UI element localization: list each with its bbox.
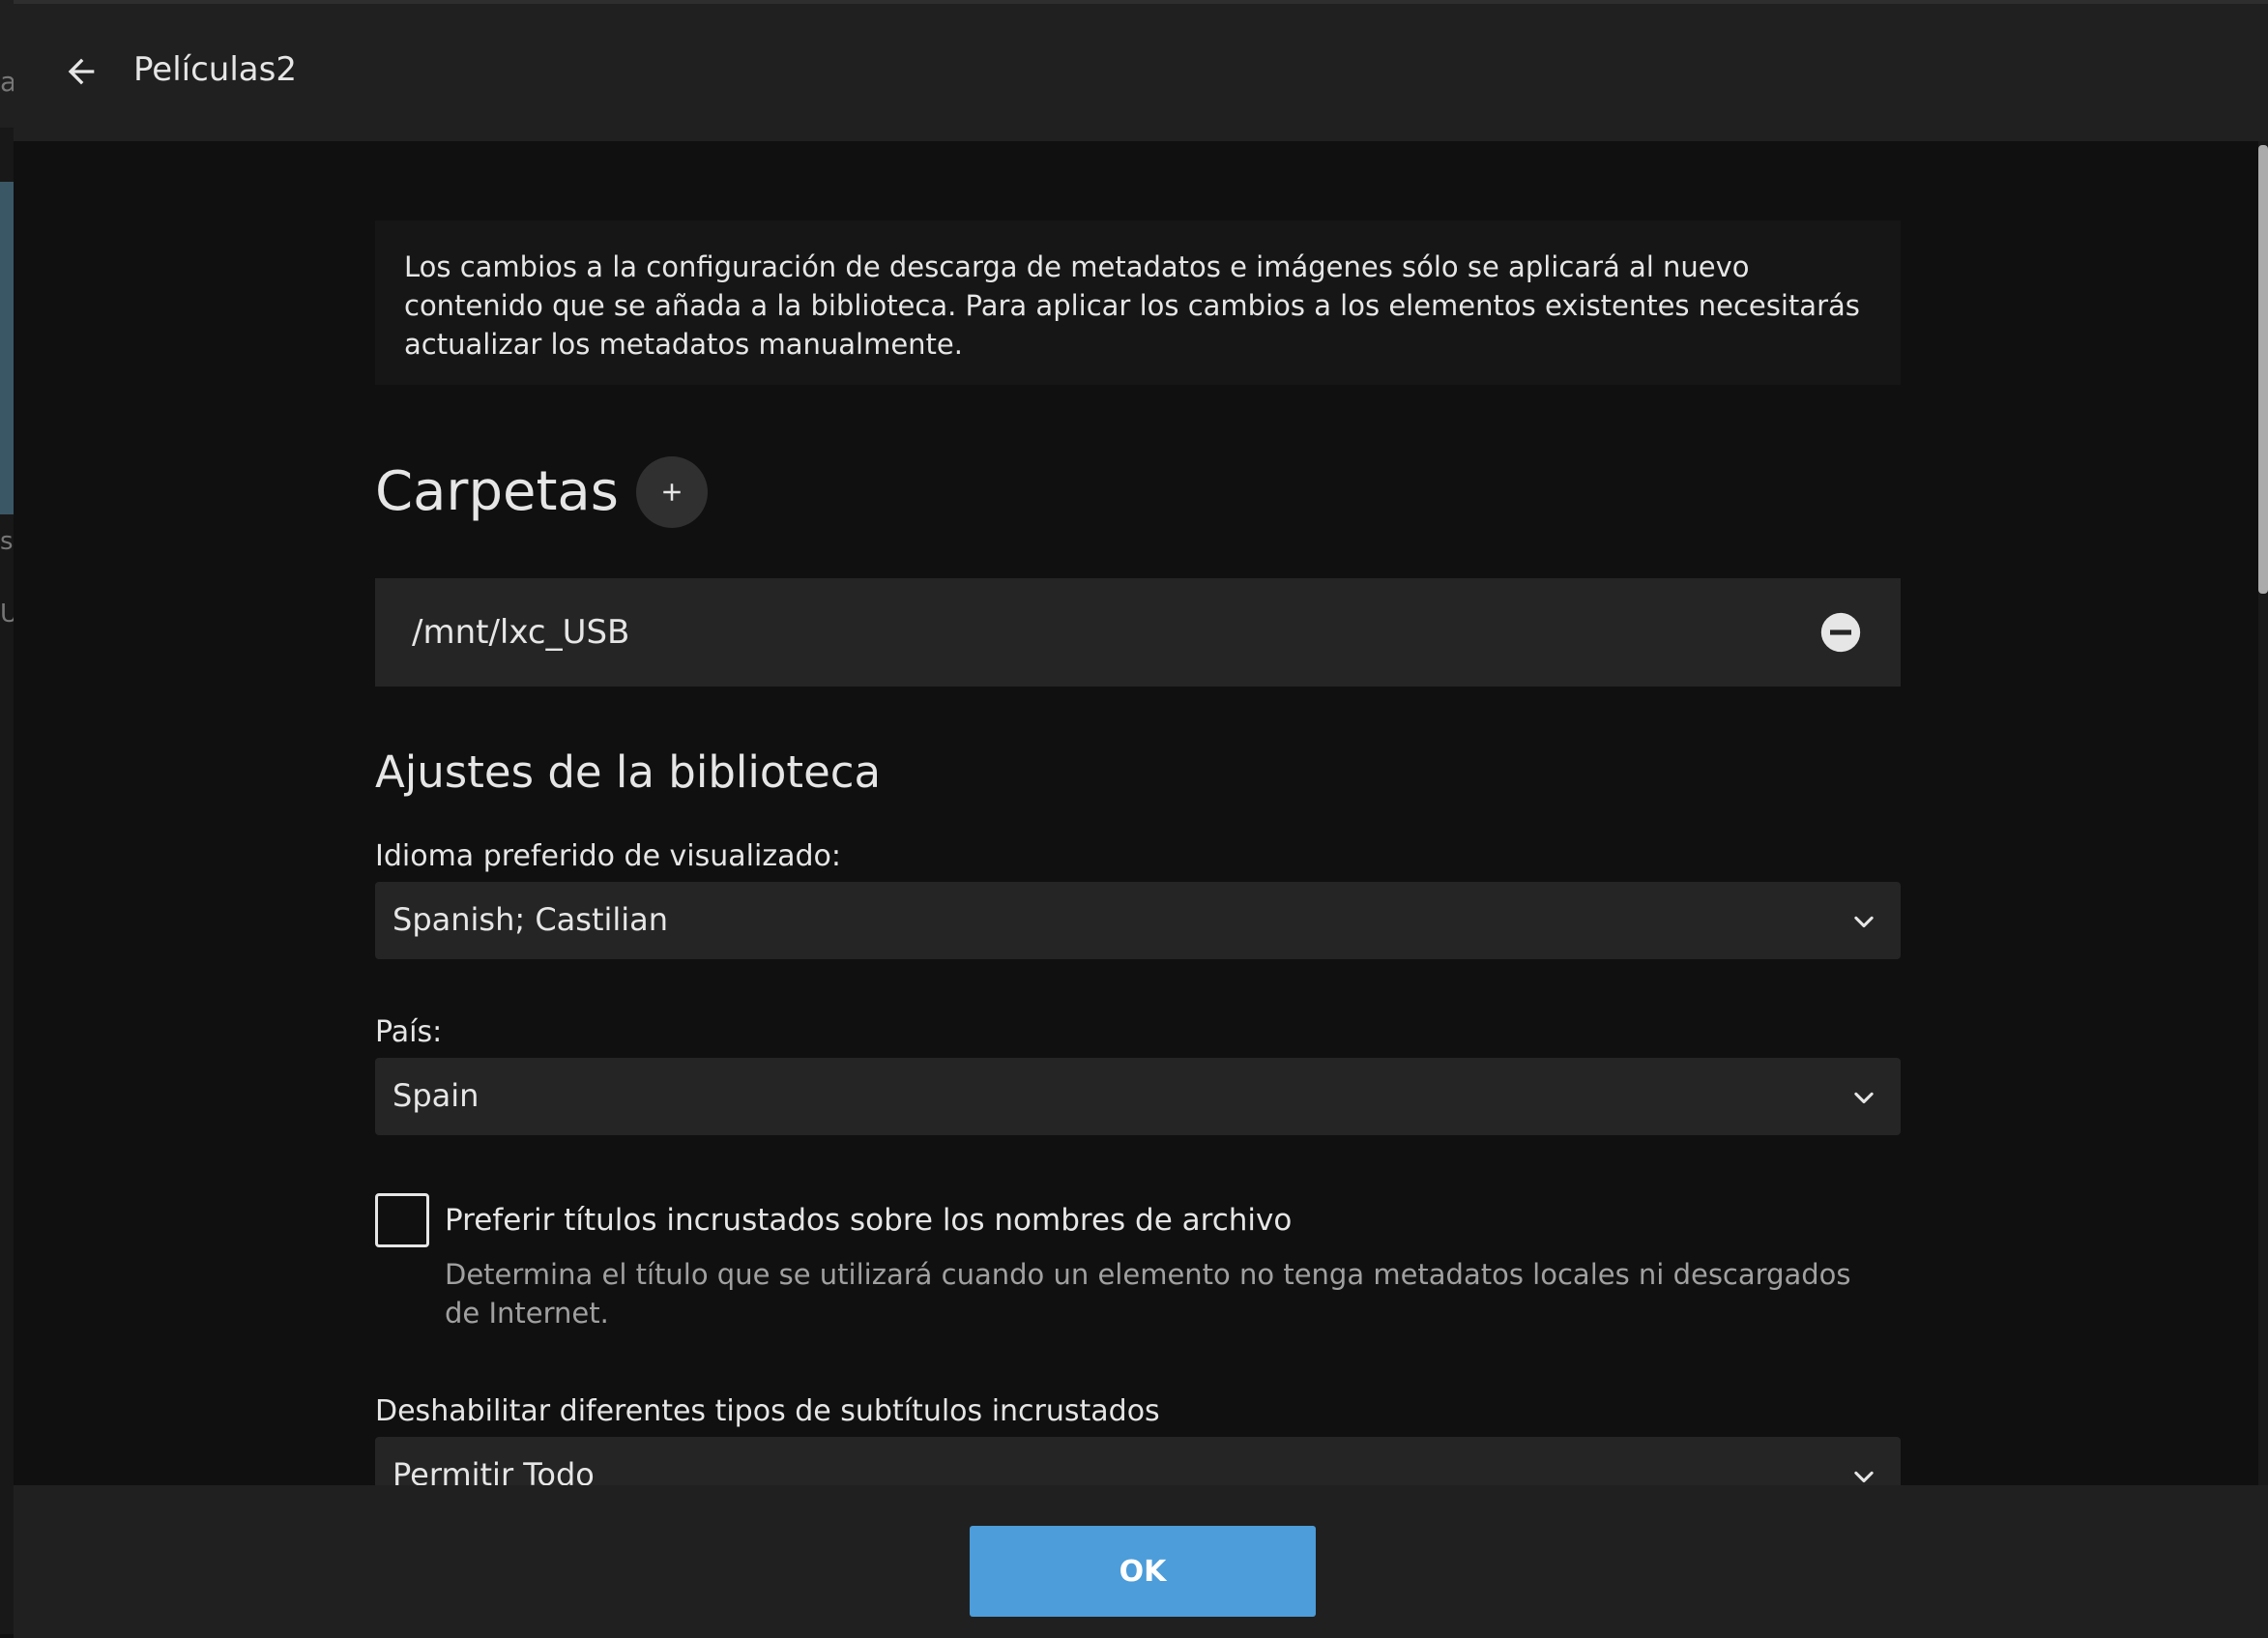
ok-button[interactable]: OK [970,1526,1316,1617]
add-folder-button[interactable] [636,456,708,528]
chevron-down-icon [1854,1471,1874,1483]
subtitles-select[interactable]: Permitir Todo [375,1437,1901,1485]
scrollbar-thumb[interactable] [2258,145,2268,594]
background-text-fragment: a [0,66,14,95]
dialog-footer: OK [14,1485,2268,1638]
arrow-left-icon [68,58,95,85]
folder-path: /mnt/lxc_USB [412,613,630,652]
country-select-value: Spain [393,1077,480,1114]
language-label: Idioma preferido de visualizado: [375,839,841,873]
prefer-embedded-titles-checkbox[interactable] [375,1193,429,1247]
dialog-title: Películas2 [133,50,297,89]
subtitles-select-value: Permitir Todo [393,1456,595,1485]
language-select[interactable]: Spanish; Castilian [375,882,1901,959]
library-settings-title: Ajustes de la biblioteca [375,746,882,798]
folders-section-title: Carpetas [375,460,619,523]
prefer-embedded-titles-description: Determina el título que se utilizará cua… [445,1258,1851,1330]
dialog-content: Los cambios a la configuración de descar… [375,141,1901,1485]
metadata-notice: Los cambios a la configuración de descar… [375,220,1901,385]
subtitles-label: Deshabilitar diferentes tipos de subtítu… [375,1394,1160,1428]
country-label: País: [375,1015,443,1049]
background-page-edge: a s2 U [0,0,14,1634]
folder-list-item[interactable]: /mnt/lxc_USB [375,578,1901,687]
dialog-header: Películas2 [14,4,2268,141]
background-text-fragment: s2 [0,527,14,554]
back-button[interactable] [52,43,110,101]
country-select[interactable]: Spain [375,1058,1901,1135]
background-poster [0,182,14,514]
background-text-fragment: U [0,600,14,627]
plus-icon [663,483,681,501]
language-select-value: Spanish; Castilian [393,901,669,938]
library-settings-dialog: Películas2 Los cambios a la configuració… [14,0,2268,1638]
prefer-embedded-titles-label[interactable]: Preferir títulos incrustados sobre los n… [445,1203,1292,1238]
remove-folder-icon[interactable] [1819,611,1862,654]
chevron-down-icon [1854,1092,1874,1104]
background-header: a [0,0,14,128]
chevron-down-icon [1854,916,1874,928]
